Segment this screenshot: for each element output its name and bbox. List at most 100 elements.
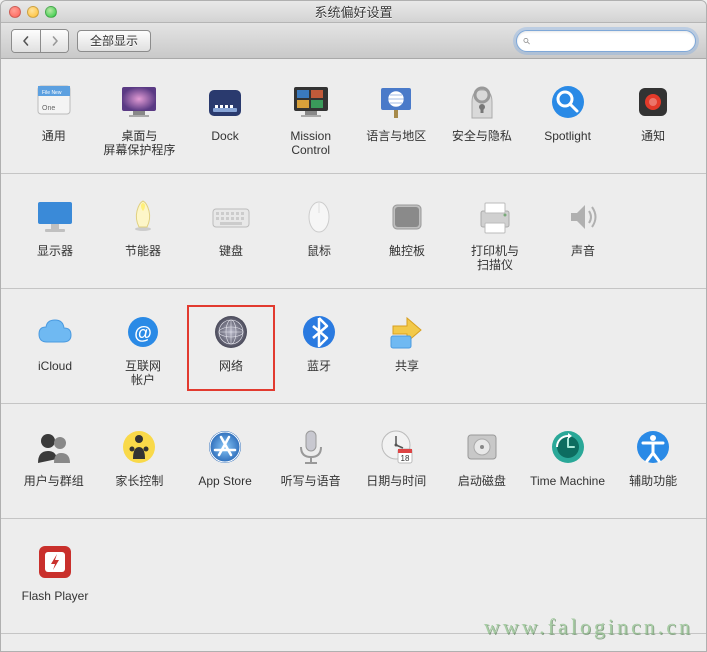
section-row: File NewOne通用桌面与 屏幕保护程序Dock Mission Contr…	[11, 75, 696, 161]
pref-item-notifications[interactable]: 通知	[610, 75, 696, 161]
pref-item-internet[interactable]: @互联网 帐户	[99, 305, 187, 391]
pref-item-bluetooth[interactable]: 蓝牙	[275, 305, 363, 391]
accessibility-iconbox	[625, 424, 681, 470]
sharing-icon	[385, 310, 429, 354]
users-icon	[32, 425, 76, 469]
parental-iconbox	[111, 424, 167, 470]
pref-item-mission[interactable]: Mission Control	[268, 75, 354, 161]
pref-item-label: Flash Player	[22, 589, 89, 617]
sound-icon	[561, 195, 605, 239]
timemachine-iconbox	[540, 424, 596, 470]
section-0: File NewOne通用桌面与 屏幕保护程序Dock Mission Contr…	[1, 59, 706, 174]
pref-item-security[interactable]: 安全与隐私	[439, 75, 525, 161]
users-iconbox	[26, 424, 82, 470]
language-iconbox	[368, 79, 424, 125]
icloud-icon	[33, 310, 77, 354]
svg-text:18: 18	[401, 454, 410, 463]
energy-icon	[121, 195, 165, 239]
flash-iconbox	[27, 539, 83, 585]
displays-icon	[33, 195, 77, 239]
pref-item-sound[interactable]: 声音	[539, 190, 627, 276]
pref-item-label: 触控板	[389, 244, 425, 272]
pref-item-startupdisk[interactable]: 启动磁盘	[439, 420, 525, 506]
pref-item-flash[interactable]: Flash Player	[11, 535, 99, 621]
pref-item-sharing[interactable]: 共享	[363, 305, 451, 391]
language-icon	[374, 80, 418, 124]
section-3: 用户与群组 家长控制 App Store听写与语音18日期与时间启动磁盘Time M…	[1, 404, 706, 519]
search-input[interactable]	[534, 34, 689, 48]
pref-item-label: 家长控制	[115, 474, 163, 502]
pref-item-dictation[interactable]: 听写与语音	[268, 420, 354, 506]
pref-item-desktop[interactable]: 桌面与 屏幕保护程序	[97, 75, 183, 161]
section-1: 显示器 节能器键盘鼠标触控板 打印机与 扫描仪 声音	[1, 174, 706, 289]
trackpad-icon	[385, 195, 429, 239]
bluetooth-iconbox	[291, 309, 347, 355]
timemachine-icon	[546, 425, 590, 469]
startupdisk-iconbox	[454, 424, 510, 470]
pref-item-appstore[interactable]: App Store	[182, 420, 268, 506]
network-icon	[209, 310, 253, 354]
security-iconbox	[454, 79, 510, 125]
pref-item-label: 显示器	[37, 244, 73, 272]
pref-item-energy[interactable]: 节能器	[99, 190, 187, 276]
pref-item-mouse[interactable]: 鼠标	[275, 190, 363, 276]
pref-item-label: 用户与群组	[24, 474, 84, 502]
pref-item-label: Mission Control	[290, 129, 331, 157]
desktop-icon	[117, 80, 161, 124]
back-button[interactable]	[12, 30, 40, 52]
datetime-icon: 18	[374, 425, 418, 469]
pref-item-network[interactable]: 网络	[187, 305, 275, 391]
pref-item-label: 网络	[219, 359, 243, 387]
forward-button[interactable]	[40, 30, 68, 52]
dictation-iconbox	[283, 424, 339, 470]
spotlight-iconbox	[540, 79, 596, 125]
pref-item-label: 节能器	[125, 244, 161, 272]
pref-item-label: 声音	[571, 244, 595, 272]
security-icon	[460, 80, 504, 124]
pref-item-label: 安全与隐私	[452, 129, 512, 157]
general-iconbox: File NewOne	[26, 79, 82, 125]
energy-iconbox	[115, 194, 171, 240]
appstore-iconbox	[197, 424, 253, 470]
internet-iconbox: @	[115, 309, 171, 355]
keyboard-iconbox	[203, 194, 259, 240]
show-all-button[interactable]: 全部显示	[77, 30, 151, 52]
appstore-icon	[203, 425, 247, 469]
pref-item-language[interactable]: 语言与地区	[354, 75, 440, 161]
pref-item-general[interactable]: File NewOne通用	[11, 75, 97, 161]
accessibility-icon	[631, 425, 675, 469]
notifications-icon	[631, 80, 675, 124]
pref-item-trackpad[interactable]: 触控板	[363, 190, 451, 276]
notifications-iconbox	[625, 79, 681, 125]
pref-item-users[interactable]: 用户与群组	[11, 420, 97, 506]
section-row: 显示器 节能器键盘鼠标触控板 打印机与 扫描仪 声音	[11, 190, 696, 276]
pref-item-keyboard[interactable]: 键盘	[187, 190, 275, 276]
pref-item-label: 打印机与 扫描仪	[471, 244, 519, 272]
pref-item-label: 蓝牙	[307, 359, 331, 387]
internet-icon: @	[121, 310, 165, 354]
datetime-iconbox: 18	[368, 424, 424, 470]
section-row: Flash Player	[11, 535, 696, 621]
pref-item-datetime[interactable]: 18日期与时间	[354, 420, 440, 506]
printers-iconbox	[467, 194, 523, 240]
pref-item-dock[interactable]: Dock	[182, 75, 268, 161]
window-title: 系统偏好设置	[1, 2, 706, 21]
preferences-grid: File NewOne通用桌面与 屏幕保护程序Dock Mission Contr…	[1, 59, 706, 651]
desktop-iconbox	[111, 79, 167, 125]
pref-item-printers[interactable]: 打印机与 扫描仪	[451, 190, 539, 276]
pref-item-displays[interactable]: 显示器	[11, 190, 99, 276]
svg-text:File New: File New	[42, 90, 62, 96]
svg-text:@: @	[134, 323, 152, 343]
spotlight-icon	[546, 80, 590, 124]
pref-item-icloud[interactable]: iCloud	[11, 305, 99, 391]
search-icon	[523, 35, 530, 47]
mouse-icon	[297, 195, 341, 239]
printers-icon	[473, 195, 517, 239]
sharing-iconbox	[379, 309, 435, 355]
pref-item-timemachine[interactable]: Time Machine	[525, 420, 611, 506]
pref-item-spotlight[interactable]: Spotlight	[525, 75, 611, 161]
pref-item-accessibility[interactable]: 辅助功能	[610, 420, 696, 506]
dock-icon	[203, 80, 247, 124]
pref-item-parental[interactable]: 家长控制	[97, 420, 183, 506]
search-field[interactable]	[516, 30, 696, 52]
